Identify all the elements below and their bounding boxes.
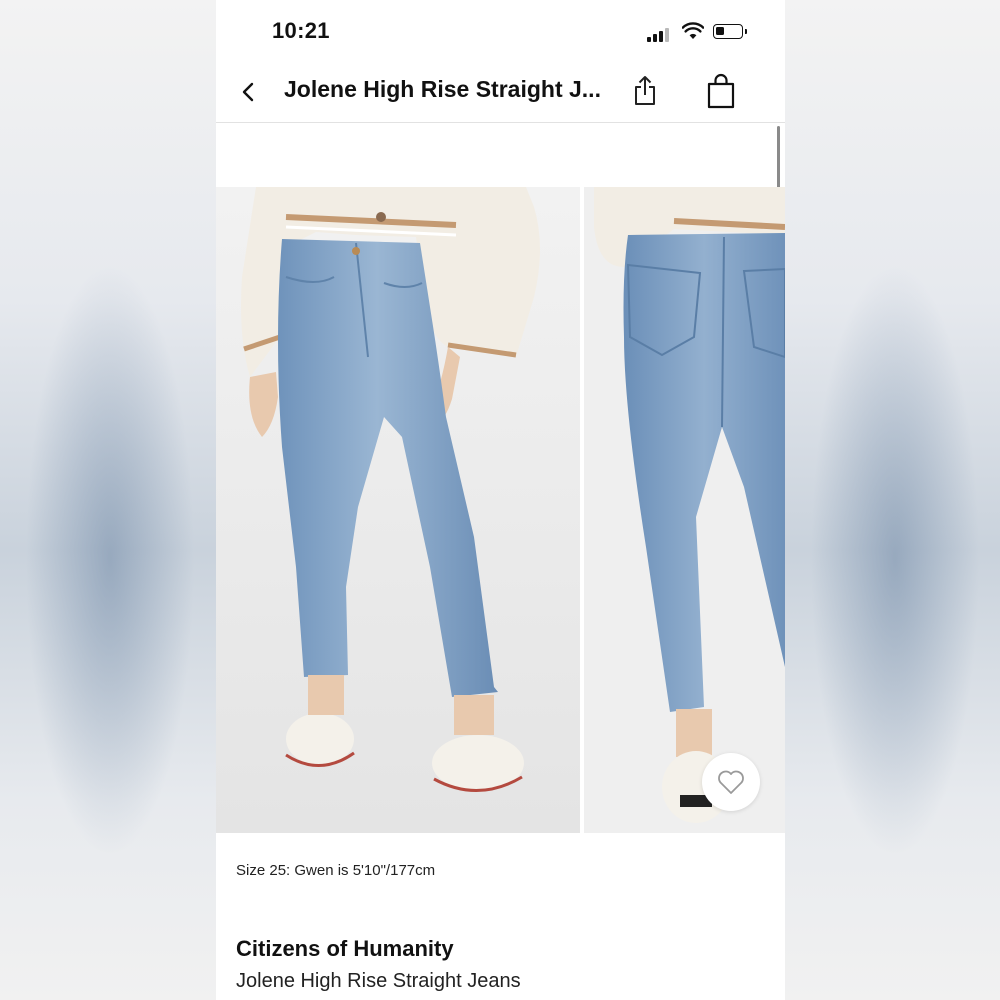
size-caption: Size 25: Gwen is 5'10"/177cm — [236, 862, 436, 879]
product-name: Jolene High Rise Straight Jeans — [236, 970, 521, 992]
cellular-signal-icon — [647, 26, 673, 42]
page-title: Jolene High Rise Straight J... — [284, 76, 601, 102]
product-photo-back[interactable] — [584, 187, 785, 833]
shopping-bag-icon — [707, 73, 735, 109]
brand-name[interactable]: Citizens of Humanity — [236, 936, 454, 962]
phone-screen: 10:21 Jolene High Rise Straight J... Siz… — [216, 0, 785, 1000]
share-icon — [635, 76, 655, 105]
product-photo-front[interactable] — [216, 187, 580, 833]
chevron-left-icon — [242, 82, 254, 102]
battery-icon — [713, 24, 743, 39]
wifi-icon — [682, 22, 704, 39]
status-time: 10:21 — [272, 18, 330, 43]
shopping-bag-button[interactable] — [706, 73, 736, 109]
battery-level — [716, 27, 724, 35]
product-image-gallery[interactable] — [216, 187, 785, 833]
share-button[interactable] — [631, 74, 659, 108]
navigation-bar: Jolene High Rise Straight J... — [216, 62, 785, 123]
battery-cap — [745, 29, 747, 34]
back-button[interactable] — [234, 76, 264, 108]
status-bar: 10:21 — [216, 0, 785, 62]
favorite-button[interactable] — [702, 753, 760, 811]
heart-outline-icon — [718, 770, 744, 794]
